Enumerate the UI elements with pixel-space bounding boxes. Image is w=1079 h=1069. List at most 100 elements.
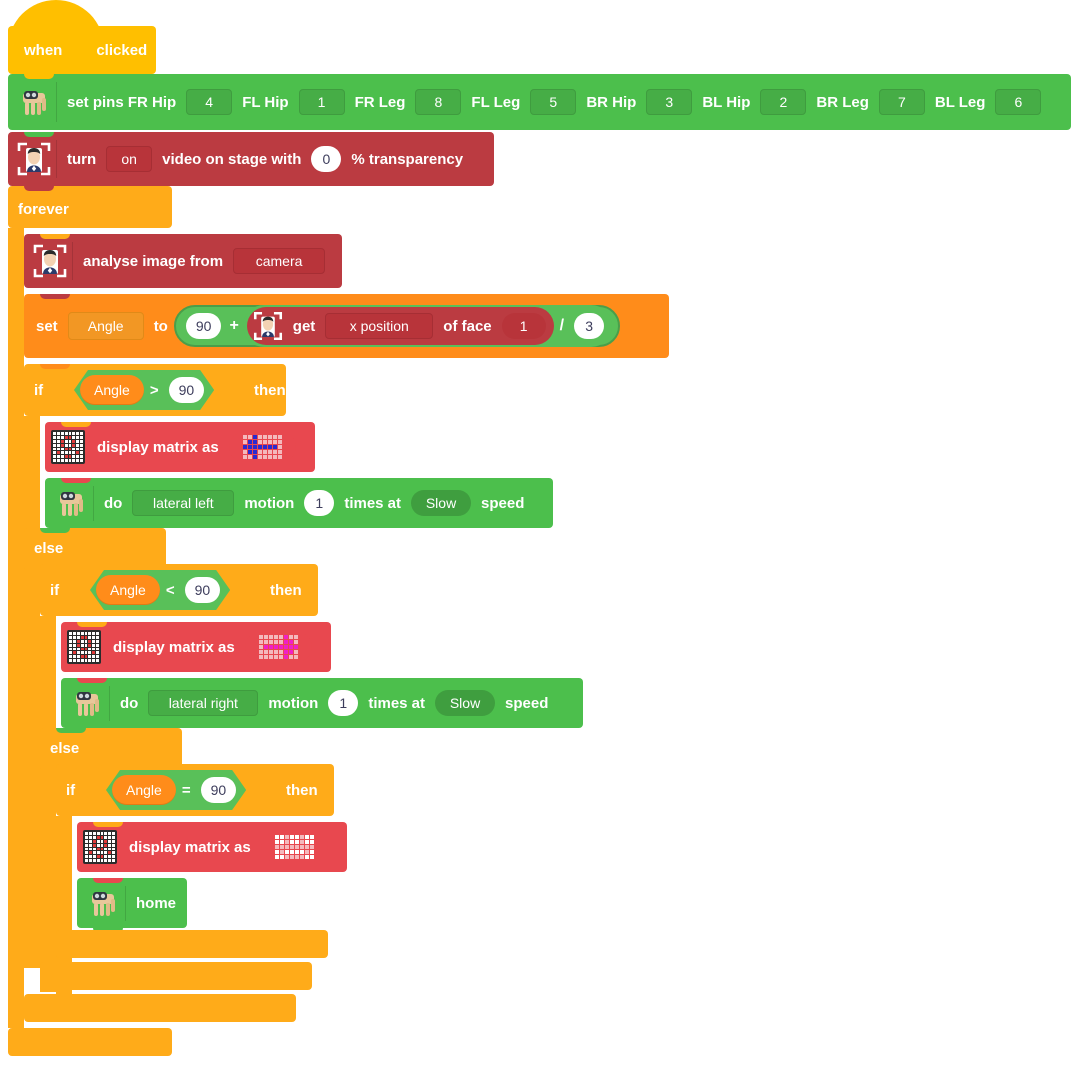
label-fr-leg: FR Leg [354,93,406,111]
video-on-stage-label: video on stage with [162,150,302,168]
block-do-motion-2[interactable]: do lateral right motion 1 times at Slow … [61,678,583,728]
block-set-variable[interactable]: set Angle to 90 + get x position of face… [24,294,669,358]
field-motion-times-2[interactable]: 1 [328,690,359,716]
if1-then-label: then [254,382,286,399]
scratch-blocks-canvas: when clicked set pins FR Hip 4 FL Hip 1 … [0,0,1079,1069]
green-flag-icon [68,40,90,60]
field-matrix-pattern-3[interactable] [260,832,328,862]
if1-left-spine [24,416,40,968]
forever-bottom-bar[interactable] [8,1028,172,1056]
label-bl-leg: BL Leg [934,93,986,111]
reporter-addition[interactable]: 90 + get x position of face 1 / 3 [173,305,621,347]
notch [40,364,70,369]
field-image-source[interactable]: camera [233,248,326,274]
if2-else-label: else [50,740,80,757]
if2-then-label: then [270,582,302,599]
variable-angle[interactable]: Angle [96,575,160,605]
field-motion-times-1[interactable]: 1 [304,490,335,516]
if1-label: if [34,382,44,399]
field-motion-speed-2[interactable]: Slow [435,690,496,716]
field-addend-left[interactable]: 90 [185,313,222,339]
hat-block-when-flag-clicked[interactable]: when clicked [8,0,156,74]
robot-dog-icon [51,483,91,523]
notch [61,422,91,427]
operator-divide: / [559,317,565,334]
times-at-label: times at [368,694,426,712]
matrix-grid [258,635,298,659]
icon-divider [56,82,57,122]
field-face-index[interactable]: 1 [501,313,546,339]
reporter-division[interactable]: get x position of face 1 / 3 [242,305,613,347]
field-motion-name-1[interactable]: lateral left [132,490,235,516]
notch [77,622,107,627]
boolean-greater-than[interactable]: Angle > 90 [74,370,214,410]
field-br-hip[interactable]: 3 [646,89,693,115]
field-compare-value[interactable]: 90 [185,577,221,603]
block-display-matrix-3[interactable]: display matrix as [77,822,347,872]
field-compare-value[interactable]: 90 [169,377,205,403]
home-label: home [136,894,177,912]
field-divisor[interactable]: 3 [574,313,605,339]
if1-else-label: else [34,540,64,557]
field-video-state[interactable]: on [106,146,153,172]
boolean-equals[interactable]: Angle = 90 [106,770,246,810]
boolean-less-than[interactable]: Angle < 90 [90,570,230,610]
times-at-label: times at [344,494,402,512]
variable-angle[interactable]: Angle [112,775,176,805]
matrix-grid [242,435,282,459]
label-fl-leg: FL Leg [471,93,521,111]
notch [40,294,70,299]
label-fl-hip: FL Hip [242,93,289,111]
icon-divider [93,485,94,521]
transparency-label: % transparency [351,150,464,168]
display-matrix-label: display matrix as [129,838,251,856]
led-matrix-icon [83,830,117,864]
field-compare-value[interactable]: 90 [201,777,237,803]
display-matrix-label: display matrix as [97,438,219,456]
robot-dog-icon [67,683,107,723]
field-fl-hip[interactable]: 1 [298,89,345,115]
field-face-attribute[interactable]: x position [325,313,434,339]
field-motion-name-2[interactable]: lateral right [148,690,259,716]
field-motion-speed-1[interactable]: Slow [411,490,472,516]
block-display-matrix-1[interactable]: display matrix as [45,422,315,472]
if2-bottom-bar[interactable] [40,962,312,990]
field-matrix-pattern-2[interactable] [244,632,312,662]
field-matrix-pattern-1[interactable] [228,432,296,462]
operator-less-than: < [165,581,175,599]
icon-divider [109,685,110,721]
do-label: do [120,694,139,712]
motion-label: motion [268,694,319,712]
reporter-get-face-attribute[interactable]: get x position of face 1 [246,307,554,345]
if3-bottom-bar[interactable] [56,930,328,958]
block-turn-video[interactable]: turn on video on stage with 0 % transpar… [8,132,494,186]
speed-label: speed [481,494,525,512]
field-bl-hip[interactable]: 2 [760,89,807,115]
block-display-matrix-2[interactable]: display matrix as [61,622,331,672]
block-analyse-image[interactable]: analyse image from camera [24,234,342,288]
notch [56,728,86,733]
notch [72,764,102,769]
icon-divider [72,242,73,280]
notch [40,234,70,239]
display-matrix-label: display matrix as [113,638,235,656]
operator-greater-than: > [149,381,159,399]
field-fr-hip[interactable]: 4 [186,89,233,115]
field-transparency[interactable]: 0 [311,146,342,172]
when-label: when [24,41,63,59]
if1-bottom-bar[interactable] [24,994,296,1022]
field-bl-leg[interactable]: 6 [995,89,1042,115]
field-variable-name[interactable]: Angle [67,312,144,340]
speed-label: speed [505,694,549,712]
field-fl-leg[interactable]: 5 [530,89,577,115]
turn-label: turn [67,150,97,168]
block-home[interactable]: home [77,878,187,933]
variable-angle[interactable]: Angle [80,375,144,405]
face-detect-icon [30,241,70,281]
motion-label: motion [244,494,295,512]
notch [56,564,86,569]
field-fr-leg[interactable]: 8 [415,89,462,115]
block-set-pins[interactable]: set pins FR Hip 4 FL Hip 1 FR Leg 8 FL L… [8,74,1071,130]
block-do-motion-1[interactable]: do lateral left motion 1 times at Slow s… [45,478,553,528]
field-br-leg[interactable]: 7 [878,89,925,115]
